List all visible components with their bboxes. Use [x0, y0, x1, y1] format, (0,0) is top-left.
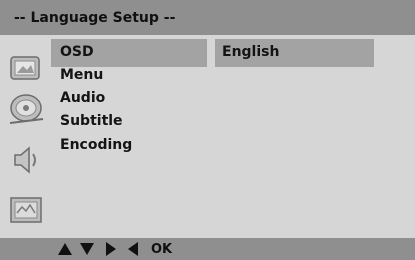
speaker-setup-icon[interactable] [7, 93, 45, 127]
menu-item-osd[interactable]: OSD [60, 44, 94, 60]
sidebar [0, 35, 50, 238]
right-arrow-icon [105, 242, 117, 256]
down-arrow-icon [79, 242, 95, 256]
left-arrow-icon [127, 242, 139, 256]
preference-icon[interactable] [7, 193, 45, 227]
footer-bar: OK [0, 238, 415, 260]
page-title: -- Language Setup -- [14, 10, 176, 26]
ok-label: OK [151, 242, 173, 257]
menu-item-encoding[interactable]: Encoding [60, 137, 132, 153]
up-arrow-icon [57, 242, 73, 256]
menu-item-audio[interactable]: Audio [60, 90, 105, 106]
osd-language-value[interactable]: English [222, 44, 279, 60]
audio-setup-icon[interactable] [7, 143, 45, 177]
title-bar: -- Language Setup -- [0, 0, 415, 35]
menu-item-subtitle[interactable]: Subtitle [60, 113, 123, 129]
general-setup-icon[interactable] [7, 51, 45, 85]
menu-item-menu[interactable]: Menu [60, 67, 103, 83]
